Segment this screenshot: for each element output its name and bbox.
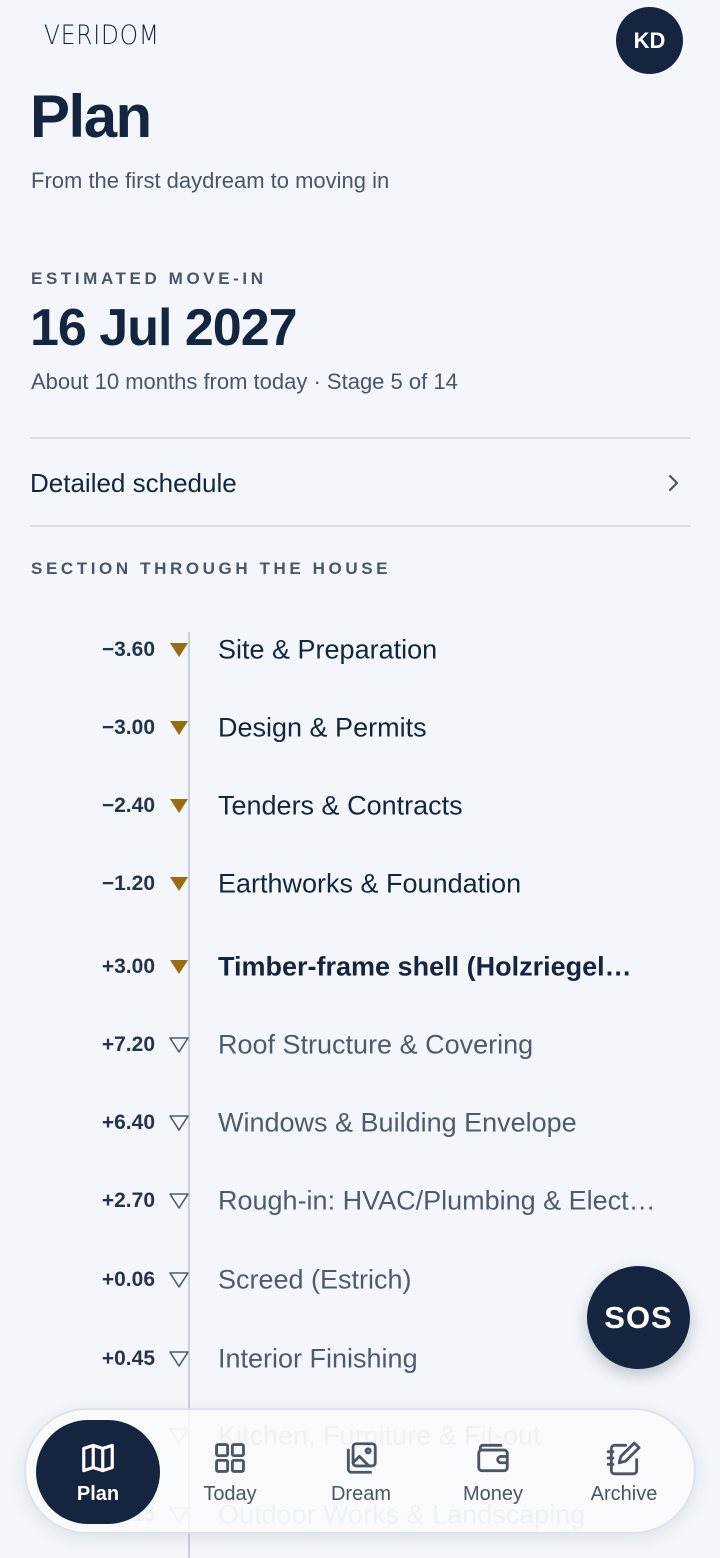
stage-row[interactable]: +2.70 Rough-in: HVAC/Plumbing & Elect… [0,1171,720,1231]
tab-label: Plan [76,1482,120,1505]
stage-title: Earthworks & Foundation [218,868,522,899]
divider-top [30,437,691,439]
tab-plan[interactable]: Plan [36,1420,160,1524]
movein-date: 16 Jul 2027 [30,299,298,357]
stage-level: +6.40 [101,1111,155,1134]
movein-eyebrow: ESTIMATED MOVE-IN [31,269,267,288]
wallet-icon [477,1443,509,1472]
tab-label: Money [462,1482,524,1505]
stage-title: Roof Structure & Covering [218,1029,534,1060]
stage-title: Rough-in: HVAC/Plumbing & Elect… [218,1185,656,1216]
stage-row[interactable]: −3.00 Design & Permits [0,698,720,758]
stage-row[interactable]: +3.00 Timber-frame shell (Holzriegel… [0,937,720,997]
movein-meta: About 10 months from today · Stage 5 of … [31,369,458,394]
level-marker-filled-icon [170,960,188,974]
sos-button[interactable]: SOS [587,1266,690,1369]
detailed-schedule-link[interactable]: Detailed schedule [30,440,691,526]
level-marker-filled-icon [170,877,188,891]
stage-level: +7.20 [101,1033,155,1056]
detailed-schedule-label: Detailed schedule [30,467,237,498]
stage-row[interactable]: −1.20 Earthworks & Foundation [0,854,720,914]
divider-bottom [30,525,691,527]
level-marker-filled-icon [170,799,188,813]
stage-level: −3.60 [101,638,155,661]
level-marker-outline-icon [169,1115,189,1131]
stage-title: Windows & Building Envelope [218,1107,577,1138]
section-eyebrow: SECTION THROUGH THE HOUSE [31,559,392,578]
tab-today[interactable]: Today [168,1420,292,1524]
tab-label: Dream [330,1482,391,1505]
stage-level: +0.45 [101,1347,155,1370]
page-subtitle: From the first daydream to moving in [31,168,390,193]
notebook-pen-icon [606,1441,641,1475]
stage-level: +2.70 [101,1189,155,1212]
chevron-right-icon [668,474,679,492]
tab-money[interactable]: Money [431,1420,555,1524]
stage-title: Timber-frame shell (Holzriegel… [218,951,632,982]
tab-label: Archive [590,1482,658,1505]
stage-level: −3.00 [101,716,155,739]
tab-archive[interactable]: Archive [562,1420,686,1524]
avatar[interactable]: KD [616,7,683,74]
stage-level: +0.06 [101,1268,155,1291]
stage-row[interactable]: −3.60 Site & Preparation [0,620,720,680]
level-marker-outline-icon [169,1351,189,1367]
tab-dream[interactable]: Dream [299,1420,423,1524]
map-icon [82,1443,114,1472]
stage-title: Tenders & Contracts [218,790,463,821]
level-marker-filled-icon [170,721,188,735]
images-icon [346,1441,377,1474]
bottom-tab-bar: Plan Today Dream Money Archive [24,1408,696,1534]
level-marker-outline-icon [169,1193,189,1209]
level-marker-outline-icon [169,1272,189,1288]
grid-icon [215,1442,245,1473]
stage-level: +3.00 [101,955,155,978]
stage-row[interactable]: +6.40 Windows & Building Envelope [0,1093,720,1153]
stage-row[interactable]: −2.40 Tenders & Contracts [0,776,720,836]
brand-logo: VERIDOM [44,20,160,51]
tab-label: Today [203,1482,257,1505]
stage-title: Site & Preparation [218,634,438,665]
stage-level: −2.40 [101,794,155,817]
stage-title: Design & Permits [218,712,427,743]
page-title: Plan [30,83,152,150]
level-marker-outline-icon [169,1037,189,1053]
stage-level: −1.20 [101,872,155,895]
stage-row[interactable]: +7.20 Roof Structure & Covering [0,1015,720,1075]
level-marker-filled-icon [170,643,188,657]
